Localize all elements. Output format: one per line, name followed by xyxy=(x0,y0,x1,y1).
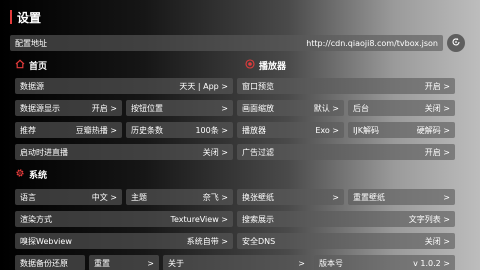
setting-recommend[interactable]: 推荐 豆瓣热播 xyxy=(15,122,122,138)
section-home-title: 首页 xyxy=(29,61,48,72)
setting-search-display[interactable]: 搜索展示 文字列表 xyxy=(237,211,455,227)
title-accent-bar xyxy=(10,10,12,24)
setting-reset[interactable]: 重置 xyxy=(89,255,159,270)
gear-icon xyxy=(15,168,29,181)
setting-sniff-webview[interactable]: 嗅探Webview 系统自带 xyxy=(15,233,233,249)
row-live: 启动时进直播 关闭 广告过滤 开启 xyxy=(15,144,455,160)
settings-page: 设置 配置地址 http://cdn.qiaoji8.com/tvbox.jso… xyxy=(0,0,480,270)
section-player-title: 播放器 xyxy=(259,61,287,72)
record-icon xyxy=(245,58,259,72)
config-address-label: 配置地址 xyxy=(15,38,47,48)
setting-data-source[interactable]: 数据源 天天 | App xyxy=(15,78,233,94)
config-address-url: http://cdn.qiaoji8.com/tvbox.json xyxy=(306,38,438,48)
page-title: 设置 xyxy=(10,9,41,25)
row-sniff: 嗅探Webview 系统自带 安全DNS 关闭 xyxy=(15,233,455,249)
setting-button-position[interactable]: 按钮位置 xyxy=(126,100,233,116)
setting-history-count[interactable]: 历史条数 100条 xyxy=(126,122,233,138)
home-icon xyxy=(15,58,29,72)
setting-language[interactable]: 语言 中文 xyxy=(15,189,122,205)
setting-version[interactable]: 版本号 v 1.0.2 xyxy=(314,255,455,270)
setting-safe-dns[interactable]: 安全DNS 关闭 xyxy=(237,233,455,249)
setting-window-preview[interactable]: 窗口预览 开启 xyxy=(237,78,455,94)
section-home-header: 首页 xyxy=(15,58,47,72)
section-player-header: 播放器 xyxy=(245,58,286,72)
setting-backup-restore[interactable]: 数据备份还原 xyxy=(15,255,85,270)
setting-player-engine[interactable]: 播放器 Exo xyxy=(237,122,344,138)
row-backup: 数据备份还原 重置 关于 版本号 v 1.0.2 xyxy=(15,255,455,270)
page-title-text: 设置 xyxy=(17,10,42,25)
setting-reset-wallpaper[interactable]: 重置壁纸 xyxy=(348,189,455,205)
section-system-header: 系统 xyxy=(15,167,47,181)
row-source: 数据源 天天 | App 窗口预览 开启 xyxy=(15,78,455,94)
setting-ijk-decode[interactable]: IJK解码 硬解码 xyxy=(348,122,455,138)
row-render: 渲染方式 TextureView 搜索展示 文字列表 xyxy=(15,211,455,227)
setting-theme[interactable]: 主题 奈飞 xyxy=(126,189,233,205)
setting-ad-filter[interactable]: 广告过滤 开启 xyxy=(237,144,455,160)
section-system-title: 系统 xyxy=(29,170,48,181)
setting-render-mode[interactable]: 渲染方式 TextureView xyxy=(15,211,233,227)
setting-data-display[interactable]: 数据源显示 开启 xyxy=(15,100,122,116)
setting-background[interactable]: 后台 关闭 xyxy=(348,100,455,116)
refresh-button[interactable] xyxy=(447,34,465,52)
row-display: 数据源显示 开启 按钮位置 画面缩放 默认 后台 关闭 xyxy=(15,100,455,116)
setting-screen-scale[interactable]: 画面缩放 默认 xyxy=(237,100,344,116)
row-recommend: 推荐 豆瓣热播 历史条数 100条 播放器 Exo IJK解码 硬解码 xyxy=(15,122,455,138)
config-address-field[interactable]: 配置地址 http://cdn.qiaoji8.com/tvbox.json xyxy=(10,35,443,51)
setting-about[interactable]: 关于 xyxy=(163,255,310,270)
setting-live-on-start[interactable]: 启动时进直播 关闭 xyxy=(15,144,233,160)
row-language: 语言 中文 主题 奈飞 换张壁纸 重置壁纸 xyxy=(15,189,455,205)
setting-change-wallpaper[interactable]: 换张壁纸 xyxy=(237,189,344,205)
refresh-icon xyxy=(451,37,461,49)
